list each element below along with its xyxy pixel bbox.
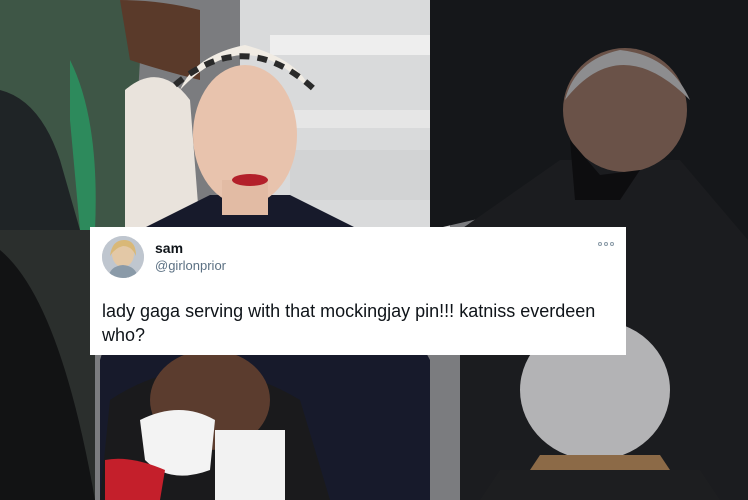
user-handle[interactable]: @girlonprior — [155, 257, 226, 274]
tweet-card: sam @girlonprior lady gaga serving with … — [90, 227, 626, 355]
tweet-text: lady gaga serving with that mockingjay p… — [102, 301, 596, 345]
display-name[interactable]: sam — [155, 240, 226, 257]
more-options-icon[interactable] — [598, 241, 614, 247]
profile-avatar[interactable] — [102, 236, 144, 278]
tweet-header: sam @girlonprior — [102, 235, 614, 279]
